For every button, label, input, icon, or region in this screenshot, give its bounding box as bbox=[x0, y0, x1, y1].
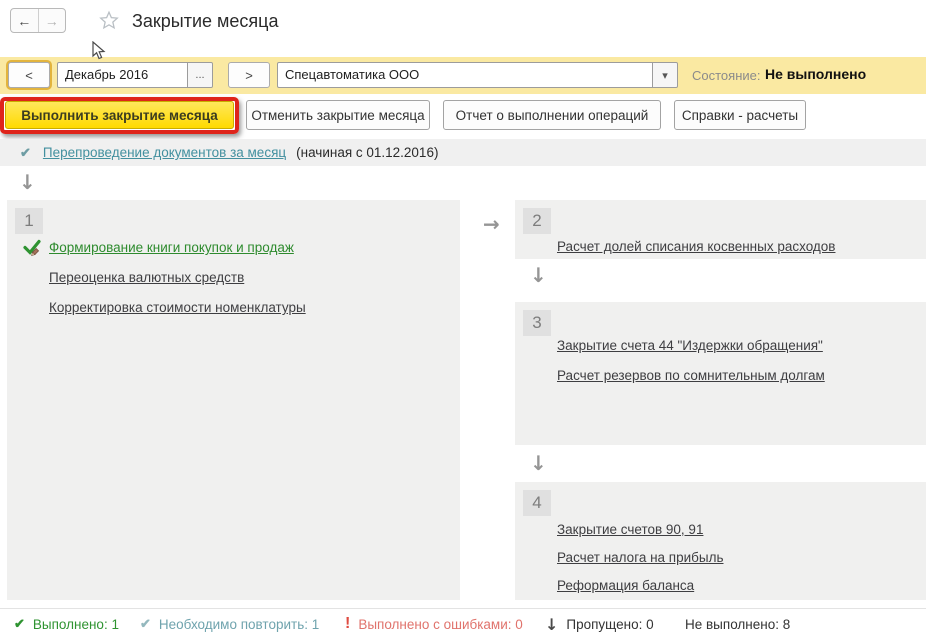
repeat-counter: ✔ Необходимо повторить: 1 bbox=[140, 609, 319, 638]
exclamation-icon: ! bbox=[345, 615, 350, 633]
period-field[interactable]: Декабрь 2016 ... bbox=[57, 62, 213, 88]
repeat-counter-label: Необходимо повторить: 1 bbox=[159, 617, 319, 632]
operation-link[interactable]: Закрытие счетов 90, 91 bbox=[557, 522, 703, 537]
stage-number: 3 bbox=[523, 310, 551, 336]
operation-link[interactable]: Расчет резервов по сомнительным долгам bbox=[557, 368, 825, 383]
stage-number: 1 bbox=[15, 208, 43, 234]
stage-panel-4: 4 Закрытие счетов 90, 91 Расчет налога н… bbox=[515, 482, 926, 600]
mouse-cursor-icon bbox=[92, 41, 108, 66]
reposting-bar: ✔ Перепроведение документов за месяц (на… bbox=[0, 139, 926, 166]
back-arrow-icon[interactable]: ← bbox=[11, 9, 38, 32]
skipped-counter: ↓ Пропущено: 0 bbox=[545, 609, 654, 638]
status-label: Состояние: bbox=[692, 68, 760, 83]
operation-link[interactable]: Расчет налога на прибыль bbox=[557, 550, 724, 565]
stage-panel-1: 1 Формирование книги покупок и продаж Пе… bbox=[7, 200, 460, 600]
references-calculations-button[interactable]: Справки - расчеты bbox=[674, 100, 806, 130]
operation-link[interactable]: Расчет долей списания косвенных расходов bbox=[557, 239, 835, 254]
perform-closing-button[interactable]: Выполнить закрытие месяца bbox=[5, 101, 234, 129]
not-done-counter-label: Не выполнено: 8 bbox=[685, 617, 790, 632]
done-counter-label: Выполнено: 1 bbox=[33, 617, 119, 632]
down-arrow-icon: ↓ bbox=[530, 451, 547, 475]
stage-panel-2: 2 Расчет долей списания косвенных расход… bbox=[515, 200, 926, 259]
next-period-button[interactable]: > bbox=[228, 62, 270, 88]
operations-report-button[interactable]: Отчет о выполнении операций bbox=[443, 100, 661, 130]
status-value: Не выполнено bbox=[765, 66, 866, 82]
check-icon: ✔ bbox=[140, 616, 151, 632]
period-toolbar: < Декабрь 2016 ... > Спецавтоматика ООО … bbox=[0, 57, 926, 94]
cancel-closing-button[interactable]: Отменить закрытие месяца bbox=[246, 100, 430, 130]
stage-number: 2 bbox=[523, 208, 551, 234]
history-nav: ← → bbox=[10, 8, 66, 33]
check-icon: ✔ bbox=[14, 616, 25, 632]
month-closing-window: ← → Закрытие месяца < Декабрь 2016 ... >… bbox=[0, 0, 926, 638]
favorite-star-icon[interactable] bbox=[98, 9, 120, 36]
organization-value[interactable]: Спецавтоматика ООО bbox=[278, 63, 652, 87]
right-arrow-icon: → bbox=[483, 212, 500, 236]
chevron-down-icon[interactable]: ▾ bbox=[652, 63, 677, 87]
page-title: Закрытие месяца bbox=[132, 11, 278, 32]
down-arrow-icon: ↓ bbox=[19, 170, 36, 194]
down-arrow-icon: ↓ bbox=[545, 615, 558, 634]
errors-counter: ! Выполнено с ошибками: 0 bbox=[345, 609, 523, 638]
reposting-note: (начиная с 01.12.2016) bbox=[296, 145, 438, 160]
reposting-link[interactable]: Перепроведение документов за месяц bbox=[43, 145, 286, 160]
check-icon: ✔ bbox=[20, 145, 31, 161]
done-needs-repeat-icon bbox=[23, 239, 42, 262]
organization-field[interactable]: Спецавтоматика ООО ▾ bbox=[277, 62, 678, 88]
operation-link[interactable]: Формирование книги покупок и продаж bbox=[49, 240, 294, 255]
stage-number: 4 bbox=[523, 490, 551, 516]
down-arrow-icon: ↓ bbox=[530, 263, 547, 287]
operation-link[interactable]: Закрытие счета 44 "Издержки обращения" bbox=[557, 338, 823, 353]
stage-panel-3: 3 Закрытие счета 44 "Издержки обращения"… bbox=[515, 302, 926, 445]
period-picker-button[interactable]: ... bbox=[187, 63, 212, 87]
summary-status-bar: ✔ Выполнено: 1 ✔ Необходимо повторить: 1… bbox=[0, 608, 926, 638]
operation-link[interactable]: Реформация баланса bbox=[557, 578, 694, 593]
forward-arrow-icon[interactable]: → bbox=[38, 9, 66, 32]
period-value[interactable]: Декабрь 2016 bbox=[58, 63, 187, 87]
skipped-counter-label: Пропущено: 0 bbox=[566, 617, 653, 632]
errors-counter-label: Выполнено с ошибками: 0 bbox=[358, 617, 522, 632]
not-done-counter: Не выполнено: 8 bbox=[685, 609, 790, 638]
operation-link[interactable]: Корректировка стоимости номенклатуры bbox=[49, 300, 306, 315]
done-counter: ✔ Выполнено: 1 bbox=[14, 609, 119, 638]
previous-period-button[interactable]: < bbox=[8, 62, 50, 88]
operation-link[interactable]: Переоценка валютных средств bbox=[49, 270, 244, 285]
